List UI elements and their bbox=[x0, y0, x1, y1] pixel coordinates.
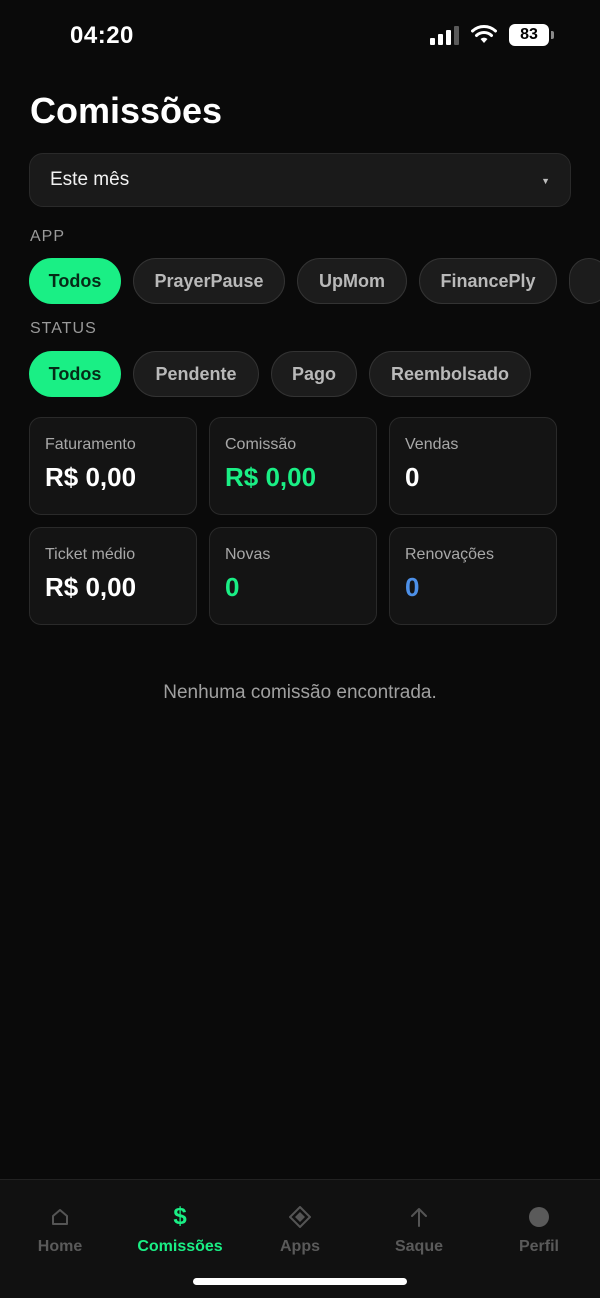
status-chip-pago[interactable]: Pago bbox=[271, 351, 357, 397]
stat-card-novas: Novas 0 bbox=[209, 527, 377, 625]
arrow-up-icon bbox=[359, 1202, 479, 1232]
nav-item-comissoes[interactable]: $ Comissões bbox=[120, 1202, 240, 1256]
stats-grid: Faturamento R$ 0,00 Comissão R$ 0,00 Ven… bbox=[29, 417, 557, 625]
nav-item-perfil[interactable]: Perfil bbox=[479, 1202, 599, 1256]
nav-label: Home bbox=[37, 1238, 83, 1255]
page-title: Comissões bbox=[30, 90, 223, 131]
stat-value: 0 bbox=[405, 462, 420, 492]
home-icon bbox=[0, 1202, 120, 1232]
empty-state-message: Nenhuma comissão encontrada. bbox=[163, 682, 437, 703]
battery-level: 83 bbox=[509, 24, 549, 46]
stat-card-faturamento: Faturamento R$ 0,00 bbox=[29, 417, 197, 515]
nav-item-apps[interactable]: Apps bbox=[240, 1202, 360, 1256]
stat-label: Faturamento bbox=[45, 436, 136, 453]
app-filter-scroller: Todos PrayerPause UpMom FinancePly bbox=[0, 258, 600, 308]
period-select-value: Este mês bbox=[50, 169, 130, 190]
nav-item-saque[interactable]: Saque bbox=[359, 1202, 479, 1256]
stat-card-renovacoes: Renovações 0 bbox=[389, 527, 557, 625]
app-chip-prayerpause[interactable]: PrayerPause bbox=[133, 258, 285, 304]
status-chip-todos[interactable]: Todos bbox=[29, 351, 121, 397]
status-time: 04:20 bbox=[70, 22, 134, 49]
app-filter-chips: Todos PrayerPause UpMom FinancePly bbox=[29, 258, 600, 304]
app-chip-todos[interactable]: Todos bbox=[29, 258, 121, 304]
profile-circle-icon bbox=[479, 1202, 599, 1232]
stat-value: R$ 0,00 bbox=[45, 572, 137, 602]
signal-icon bbox=[430, 25, 459, 45]
stat-card-vendas: Vendas 0 bbox=[389, 417, 557, 515]
stat-value: 0 bbox=[225, 572, 240, 602]
period-select[interactable]: Este mês ▼ bbox=[29, 153, 571, 207]
battery-icon: 83 bbox=[509, 24, 554, 46]
status-chip-reembolsado[interactable]: Reembolsado bbox=[369, 351, 531, 397]
stat-label: Novas bbox=[225, 546, 271, 563]
stat-card-ticket-medio: Ticket médio R$ 0,00 bbox=[29, 527, 197, 625]
status-filter-label: STATUS bbox=[30, 320, 97, 337]
stat-label: Comissão bbox=[225, 436, 297, 453]
dollar-icon: $ bbox=[173, 1203, 187, 1230]
home-indicator bbox=[193, 1278, 407, 1285]
nav-item-home[interactable]: Home bbox=[0, 1202, 120, 1256]
caret-down-icon: ▼ bbox=[541, 176, 550, 186]
nav-label: Perfil bbox=[518, 1238, 559, 1255]
app-chip-more[interactable] bbox=[569, 258, 600, 304]
stat-label: Renovações bbox=[405, 546, 494, 563]
nav-label: Comissões bbox=[137, 1238, 223, 1255]
diamond-icon bbox=[240, 1202, 360, 1232]
wifi-icon bbox=[471, 25, 497, 43]
app-chip-upmom[interactable]: UpMom bbox=[297, 258, 407, 304]
status-icons: 83 bbox=[430, 24, 554, 46]
stat-value: R$ 0,00 bbox=[45, 462, 137, 492]
stat-value: 0 bbox=[405, 572, 420, 602]
stat-label: Ticket médio bbox=[45, 546, 136, 563]
status-bar: 04:20 83 bbox=[0, 0, 600, 72]
app-chip-financeply[interactable]: FinancePly bbox=[419, 258, 557, 304]
commissions-screen: 04:20 83 Comissões Este mês ▼ APP Todos … bbox=[0, 0, 600, 1298]
app-filter-label: APP bbox=[30, 228, 66, 245]
status-filter-chips: Todos Pendente Pago Reembolsado bbox=[29, 351, 531, 397]
status-chip-pendente[interactable]: Pendente bbox=[133, 351, 259, 397]
stat-card-comissao: Comissão R$ 0,00 bbox=[209, 417, 377, 515]
nav-label: Apps bbox=[280, 1238, 320, 1255]
stat-label: Vendas bbox=[405, 436, 459, 453]
stat-value: R$ 0,00 bbox=[225, 462, 317, 492]
nav-label: Saque bbox=[394, 1238, 443, 1255]
